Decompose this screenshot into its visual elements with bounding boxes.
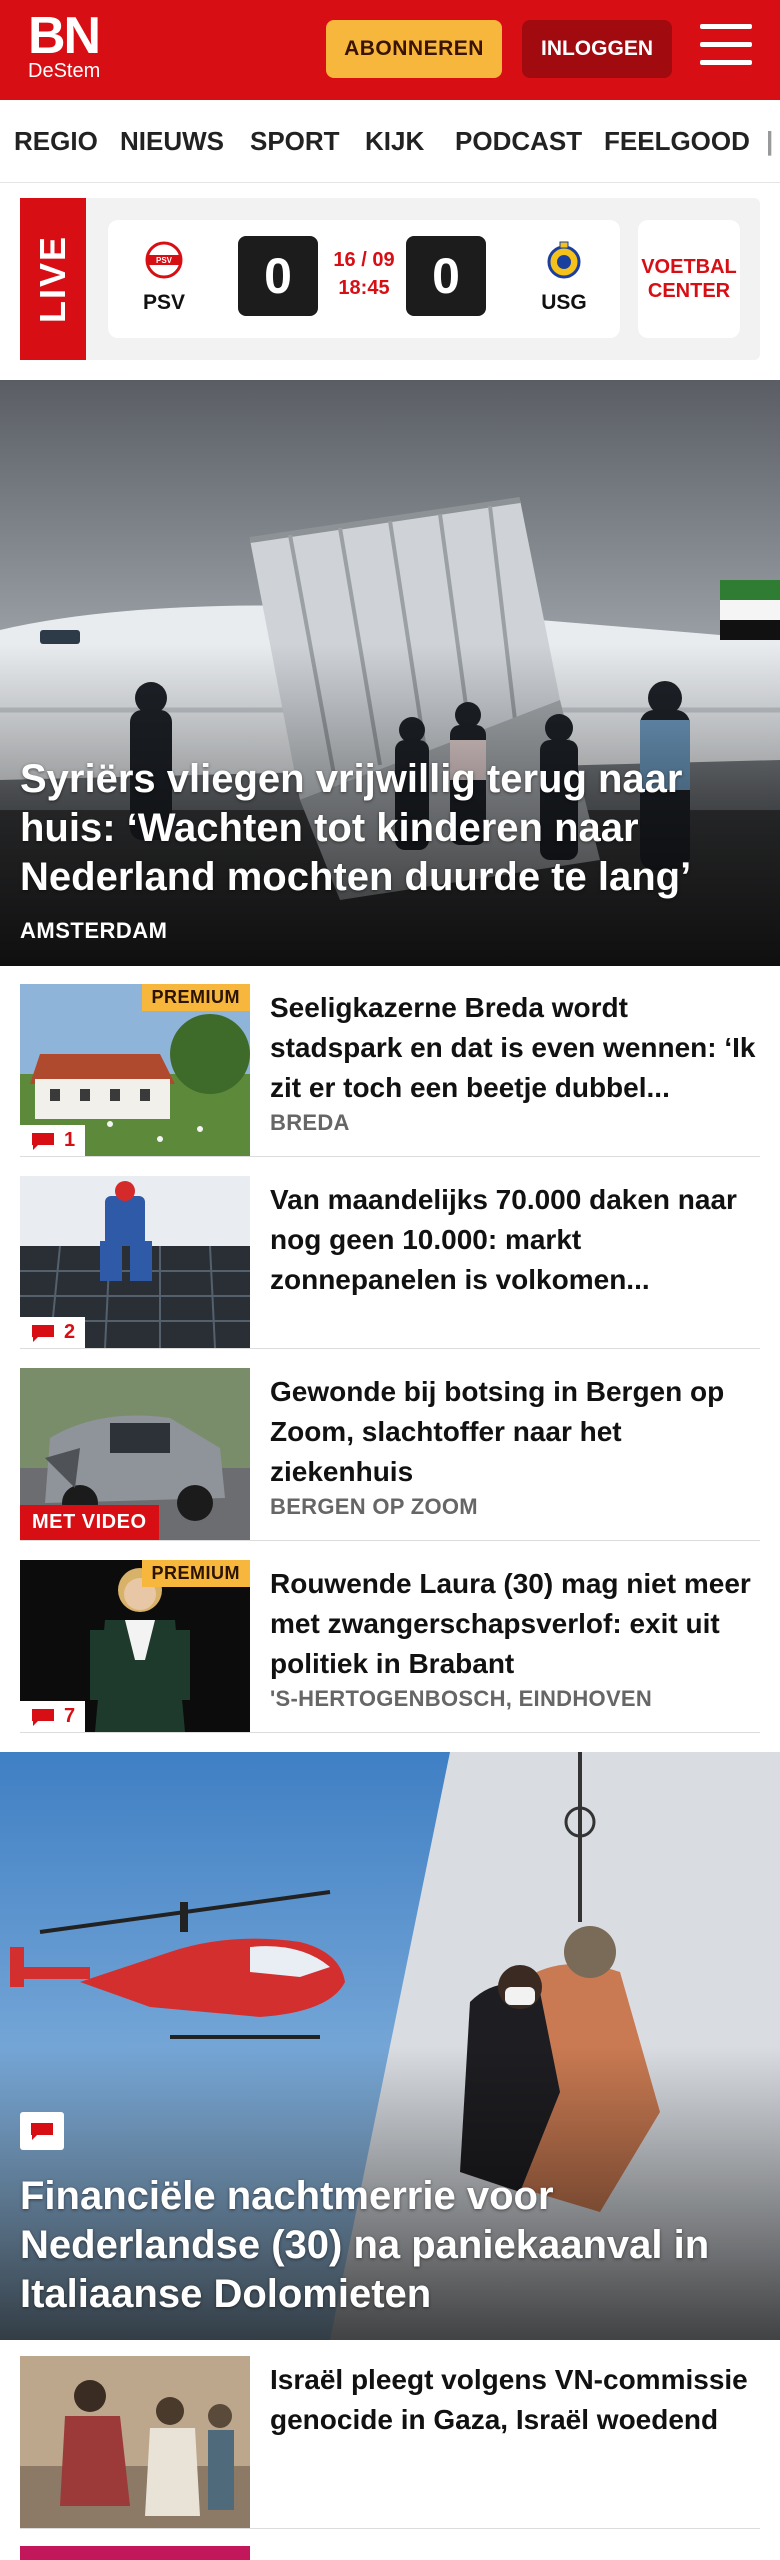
article-thumbnail: 2 bbox=[20, 1176, 250, 1348]
site-logo[interactable]: BN DeStem bbox=[28, 7, 101, 82]
article-title[interactable]: Rouwende Laura (30) mag niet meer met zw… bbox=[270, 1564, 760, 1684]
live-label[interactable]: LIVE bbox=[20, 198, 86, 360]
match-card[interactable]: PSV PSV 0 16 / 09 18:45 0 USG bbox=[108, 220, 620, 338]
nav-item-kijk[interactable]: KIJK bbox=[365, 126, 424, 157]
nav-item-regio[interactable]: REGIO bbox=[14, 126, 98, 157]
comment-count[interactable]: 1 bbox=[20, 1125, 86, 1156]
article-title[interactable]: Gewonde bij botsing in Bergen op Zoom, s… bbox=[270, 1372, 760, 1492]
section-nav: REGIO NIEUWS SPORT KIJK PODCAST FEELGOOD… bbox=[0, 100, 780, 183]
article-thumbnail bbox=[20, 2356, 250, 2528]
next-article-thumbnail-peek bbox=[20, 2546, 250, 2560]
hero-article[interactable]: Syriërs vliegen vrijwillig terug naar hu… bbox=[0, 380, 780, 966]
logo-sub: DeStem bbox=[28, 60, 101, 82]
svg-text:PSV: PSV bbox=[156, 256, 173, 265]
voetbal-center-button[interactable]: VOETBAL CENTER bbox=[638, 220, 740, 338]
menu-icon[interactable] bbox=[700, 24, 752, 72]
nav-item-nieuws[interactable]: NIEUWS bbox=[120, 126, 224, 157]
comment-icon bbox=[32, 1132, 54, 1150]
nav-item-podcast[interactable]: PODCAST bbox=[455, 126, 582, 157]
nav-item-feelgood[interactable]: FEELGOOD bbox=[604, 126, 750, 157]
article-title[interactable]: Seeligkazerne Breda wordt stadspark en d… bbox=[270, 988, 760, 1108]
video-badge: MET VIDEO bbox=[20, 1505, 159, 1540]
usg-crest-icon bbox=[547, 241, 581, 279]
article-thumbnail: PREMIUM 7 bbox=[20, 1560, 250, 1732]
away-team-name: USG bbox=[541, 291, 587, 314]
hero-title[interactable]: Syriërs vliegen vrijwillig terug naar hu… bbox=[20, 755, 760, 902]
list-item[interactable]: PREMIUM 7 Rouwende Laura (30) mag niet m… bbox=[20, 1560, 760, 1733]
psv-crest-icon: PSV bbox=[145, 241, 183, 279]
article-title[interactable]: Israël pleegt volgens VN-commissie genoc… bbox=[270, 2360, 760, 2440]
comment-icon bbox=[32, 1708, 54, 1726]
match-date: 16 / 09 bbox=[333, 249, 395, 271]
logo-main: BN bbox=[28, 7, 101, 65]
article-title[interactable]: Van maandelijks 70.000 daken naar nog ge… bbox=[270, 1180, 760, 1300]
premium-badge: PREMIUM bbox=[141, 984, 250, 1011]
comment-icon bbox=[32, 1324, 54, 1342]
live-widget: LIVE PSV PSV 0 16 / 09 18:45 0 USG VOETB… bbox=[20, 198, 760, 360]
nav-item-sport[interactable]: SPORT bbox=[250, 126, 340, 157]
article-location: 'S-HERTOGENBOSCH, EINDHOVEN bbox=[270, 1686, 653, 1711]
list-item[interactable]: MET VIDEO Gewonde bij botsing in Bergen … bbox=[20, 1368, 760, 1541]
article-location: BERGEN OP ZOOM bbox=[270, 1494, 478, 1519]
away-score: 0 bbox=[406, 236, 486, 316]
list-item[interactable]: 2 Van maandelijks 70.000 daken naar nog … bbox=[20, 1176, 760, 1349]
subscribe-button[interactable]: ABONNEREN bbox=[326, 20, 502, 78]
home-score: 0 bbox=[238, 236, 318, 316]
home-team: PSV PSV bbox=[124, 240, 204, 315]
comment-icon[interactable] bbox=[20, 2112, 64, 2150]
away-team: USG bbox=[524, 240, 604, 315]
login-button[interactable]: INLOGGEN bbox=[522, 20, 672, 78]
premium-badge: PREMIUM bbox=[141, 1560, 250, 1587]
article-thumbnail: PREMIUM 1 bbox=[20, 984, 250, 1156]
hero-location: AMSTERDAM bbox=[20, 918, 168, 943]
article-thumbnail: MET VIDEO bbox=[20, 1368, 250, 1540]
hero-article-2[interactable]: Financiële nachtmerrie voor Nederlandse … bbox=[0, 1752, 780, 2340]
nav-item-overflow[interactable]: | bbox=[766, 126, 773, 157]
home-team-name: PSV bbox=[142, 291, 186, 314]
list-item[interactable]: PREMIUM 1 Seeligkazerne Breda wordt stad… bbox=[20, 984, 760, 1157]
list-item[interactable]: Israël pleegt volgens VN-commissie genoc… bbox=[20, 2356, 760, 2529]
hero2-title[interactable]: Financiële nachtmerrie voor Nederlandse … bbox=[20, 2172, 760, 2319]
match-time: 18:45 bbox=[338, 277, 390, 299]
comment-count[interactable]: 7 bbox=[20, 1701, 86, 1732]
article-location: BREDA bbox=[270, 1110, 350, 1135]
comment-count[interactable]: 2 bbox=[20, 1317, 86, 1348]
site-header: BN DeStem ABONNEREN INLOGGEN bbox=[0, 0, 780, 100]
match-datetime: 16 / 09 18:45 bbox=[322, 246, 406, 302]
